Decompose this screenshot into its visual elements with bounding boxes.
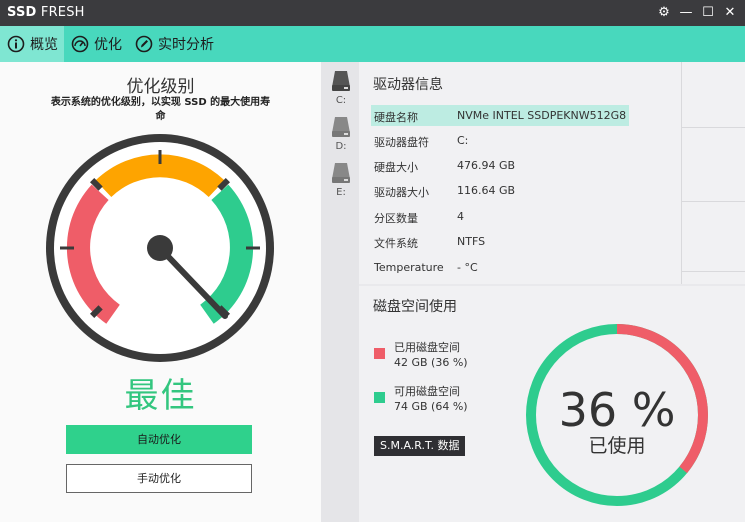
usage-percent: 36 % [559, 383, 676, 437]
optimization-rating: 最佳 [124, 376, 197, 416]
info-row-file-system: 文件系统 NTFS [374, 235, 486, 250]
pen-icon [134, 34, 154, 54]
drive-info-heading: 驱动器信息 [373, 77, 443, 93]
title-bar: SSD FRESH ⚙ — ☐ ✕ [0, 0, 745, 26]
auto-optimize-button[interactable]: 自动优化 [66, 425, 252, 454]
usage-caption: 已使用 [588, 435, 645, 457]
smart-data-button[interactable]: S.M.A.R.T. 数据 [374, 436, 466, 456]
drive-item-d[interactable]: D: [329, 116, 353, 152]
drive-list: C: D: E: [321, 62, 359, 522]
speedometer-icon [70, 34, 90, 54]
info-row-disk-name: 硬盘名称 NVMe INTEL SSDPEKNW512G8 [371, 105, 629, 126]
disk-usage-panel: 磁盘空间使用 已用磁盘空间 42 GB (36 %) 可用磁盘空间 74 GB … [359, 286, 745, 522]
info-row-temperature: Temperature - °C [374, 261, 478, 274]
drive-label: D: [335, 141, 347, 152]
disk-usage-heading: 磁盘空间使用 [373, 299, 457, 315]
free-detail: 74 GB (64 %) [394, 400, 468, 413]
drive-info-panel: 驱动器信息 硬盘名称 NVMe INTEL SSDPEKNW512G8 驱动器盘… [359, 62, 681, 284]
tab-overview[interactable]: 概览 [0, 26, 64, 62]
drive-item-c[interactable]: C: [329, 70, 353, 106]
tab-realtime-analysis[interactable]: 实时分析 [128, 26, 220, 62]
info-row-disk-size: 硬盘大小 476.94 GB [374, 159, 516, 174]
info-row-drive-letter: 驱动器盘符 C: [374, 134, 469, 149]
info-side-grid [681, 62, 745, 284]
grid-cell [682, 202, 745, 272]
free-color-swatch [374, 392, 385, 403]
app-title: SSD FRESH [7, 5, 85, 20]
used-color-swatch [374, 348, 385, 359]
maximize-button[interactable]: ☐ [699, 3, 717, 23]
drive-item-e[interactable]: E: [329, 162, 353, 198]
free-label: 可用磁盘空间 [394, 385, 460, 398]
disk-usage-donut: 36 % 已使用 [526, 324, 708, 506]
grid-cell [682, 62, 745, 128]
used-detail: 42 GB (36 %) [394, 356, 468, 369]
drive-label: C: [335, 95, 347, 106]
info-row-drive-size: 驱动器大小 116.64 GB [374, 184, 516, 199]
tab-overview-label: 概览 [30, 37, 58, 53]
optimization-gauge [46, 134, 274, 362]
optimization-description: 表示系统的优化级别，以实现 SSD 的最大使用寿命 [50, 97, 271, 122]
optimization-heading: 优化级别 [126, 77, 195, 97]
tab-optimize-label: 优化 [94, 37, 122, 53]
hard-drive-icon [331, 116, 351, 138]
optimization-panel: 优化级别 表示系统的优化级别，以实现 SSD 的最大使用寿命 最佳 自动优化 手… [0, 62, 321, 522]
info-row-partition-count: 分区数量 4 [374, 210, 464, 225]
close-button[interactable]: ✕ [721, 3, 739, 23]
hard-drive-icon [331, 162, 351, 184]
info-icon [6, 34, 26, 54]
nav-bar: 概览 优化 实时分析 [0, 26, 745, 62]
tab-realtime-analysis-label: 实时分析 [158, 37, 214, 53]
minimize-button[interactable]: — [677, 3, 695, 23]
tab-optimize[interactable]: 优化 [64, 26, 128, 62]
used-label: 已用磁盘空间 [394, 341, 460, 354]
hard-drive-icon [331, 70, 351, 92]
settings-icon[interactable]: ⚙ [655, 3, 673, 23]
manual-optimize-button[interactable]: 手动优化 [66, 464, 252, 493]
grid-cell [682, 128, 745, 202]
drive-label: E: [336, 187, 346, 198]
